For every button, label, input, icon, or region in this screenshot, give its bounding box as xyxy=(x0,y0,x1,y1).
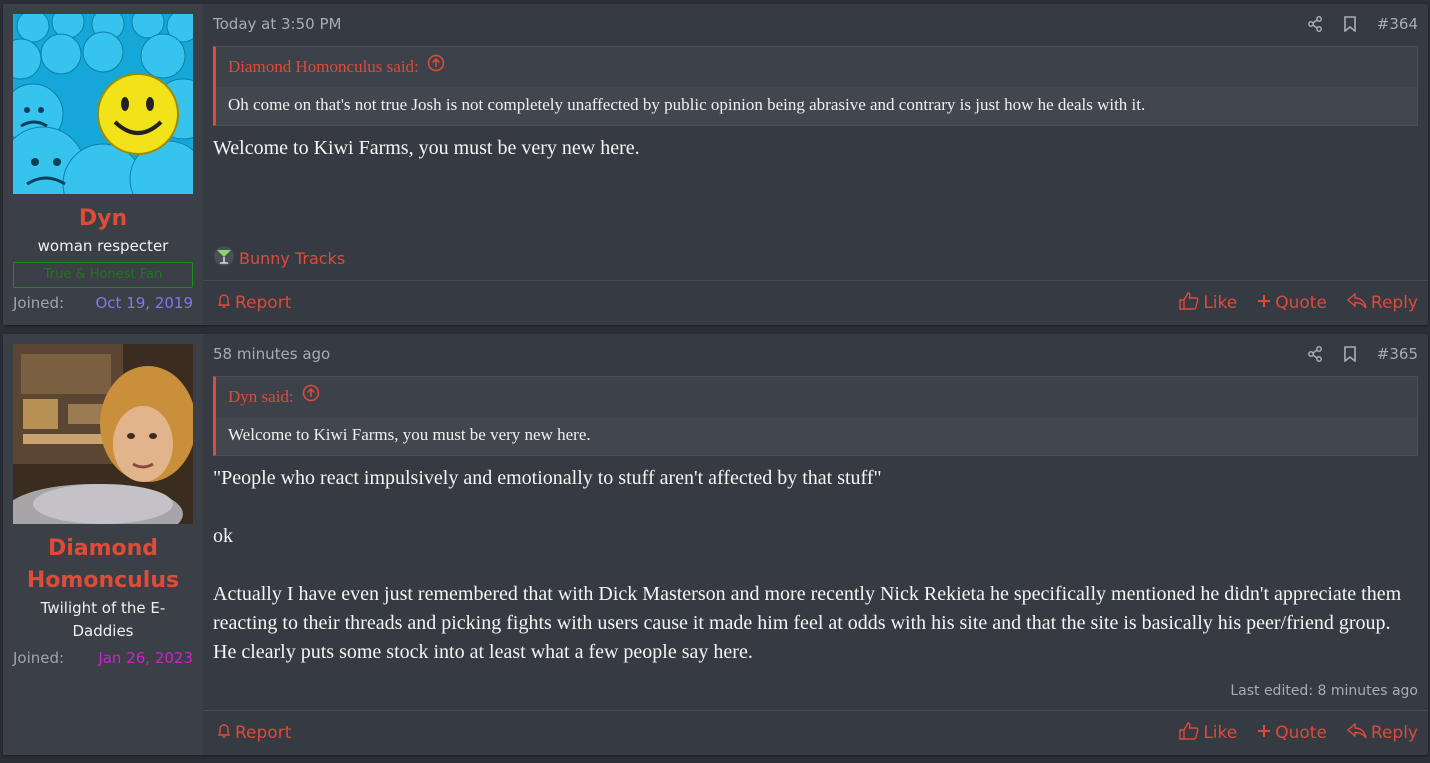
joined-date: Oct 19, 2019 xyxy=(95,294,194,312)
message-cell: Today at 3:50 PM #364 Diamond Homonculus… xyxy=(203,4,1428,325)
signature[interactable]: Bunny Tracks xyxy=(213,245,345,271)
joined-row: Joined: Jan 26, 2023 xyxy=(13,648,193,668)
thumbs-up-icon xyxy=(1179,291,1199,315)
quote-text: Welcome to Kiwi Farms, you must be very … xyxy=(216,417,1417,455)
message-body: Welcome to Kiwi Farms, you must be very … xyxy=(213,134,1418,163)
message-paragraph: Actually I have even just remembered tha… xyxy=(213,583,1402,663)
user-cell: Dyn woman respecter True & Honest Fan Jo… xyxy=(3,4,203,325)
post-number[interactable]: #364 xyxy=(1377,15,1418,33)
joined-row: Joined: Oct 19, 2019 xyxy=(13,293,193,313)
user-cell: Diamond Homonculus Twilight of the E-Dad… xyxy=(3,334,203,755)
post-364: Dyn woman respecter True & Honest Fan Jo… xyxy=(3,4,1428,325)
post-footer: Report Like Quote Reply xyxy=(203,710,1428,755)
plus-icon xyxy=(1257,293,1271,313)
quote-author[interactable]: Dyn said: xyxy=(228,377,294,417)
post-number[interactable]: #365 xyxy=(1377,345,1418,363)
reply-icon xyxy=(1346,291,1367,314)
arrow-up-circle-icon[interactable] xyxy=(427,47,445,87)
quote-header[interactable]: Dyn said: xyxy=(216,377,1417,417)
report-label: Report xyxy=(235,293,292,313)
post-attribution: Today at 3:50 PM #364 xyxy=(213,4,1418,44)
quote-button[interactable]: Quote xyxy=(1257,292,1327,315)
joined-date: Jan 26, 2023 xyxy=(98,649,193,667)
report-button[interactable]: Report xyxy=(217,723,291,744)
quote-block: Dyn said: Welcome to Kiwi Farms, you mus… xyxy=(213,376,1418,456)
bell-icon xyxy=(217,293,231,314)
quote-author[interactable]: Diamond Homonculus said: xyxy=(228,47,419,87)
reply-button[interactable]: Reply xyxy=(1346,721,1418,745)
quote-button[interactable]: Quote xyxy=(1257,722,1327,745)
bookmark-icon[interactable] xyxy=(1343,346,1357,362)
joined-label: Joined: xyxy=(13,649,65,667)
quote-header[interactable]: Diamond Homonculus said: xyxy=(216,47,1417,87)
user-title: Twilight of the E-Daddies xyxy=(40,599,166,640)
avatar[interactable] xyxy=(13,344,193,524)
plus-icon xyxy=(1257,723,1271,743)
quote-block: Diamond Homonculus said: Oh come on that… xyxy=(213,46,1418,126)
signature-text[interactable]: Bunny Tracks xyxy=(239,249,345,268)
bookmark-icon[interactable] xyxy=(1343,16,1357,32)
post-time[interactable]: Today at 3:50 PM xyxy=(213,15,341,33)
message-body: "People who react impulsively and emotio… xyxy=(213,464,1418,667)
cocktail-icon xyxy=(213,245,235,271)
message-cell: 58 minutes ago #365 Dyn said: Welcome to… xyxy=(203,334,1428,755)
post-time[interactable]: 58 minutes ago xyxy=(213,345,330,363)
message-paragraph: Welcome to Kiwi Farms, you must be very … xyxy=(213,137,640,159)
reply-button[interactable]: Reply xyxy=(1346,291,1418,315)
post-365: Diamond Homonculus Twilight of the E-Dad… xyxy=(3,334,1428,755)
username[interactable]: Dyn xyxy=(13,203,193,235)
quote-text: Oh come on that's not true Josh is not c… xyxy=(216,87,1417,125)
share-icon[interactable] xyxy=(1307,16,1323,32)
last-edited: Last edited: 8 minutes ago xyxy=(1230,683,1418,699)
post-footer: Report Like Quote Reply xyxy=(203,280,1428,325)
arrow-up-circle-icon[interactable] xyxy=(302,377,320,417)
quote-label: Quote xyxy=(1275,293,1327,313)
share-icon[interactable] xyxy=(1307,346,1323,362)
joined-label: Joined: xyxy=(13,294,65,312)
quote-label: Quote xyxy=(1275,723,1327,743)
like-label: Like xyxy=(1203,723,1238,743)
reply-icon xyxy=(1346,721,1367,744)
user-title: woman respecter xyxy=(37,237,169,255)
avatar[interactable] xyxy=(13,14,193,194)
username[interactable]: Diamond Homonculus xyxy=(13,533,193,597)
message-paragraph: ok xyxy=(213,525,233,547)
reply-label: Reply xyxy=(1370,723,1418,743)
reply-label: Reply xyxy=(1370,293,1418,313)
report-button[interactable]: Report xyxy=(217,293,291,314)
report-label: Report xyxy=(235,723,292,743)
like-label: Like xyxy=(1203,293,1238,313)
post-attribution: 58 minutes ago #365 xyxy=(213,334,1418,374)
thumbs-up-icon xyxy=(1179,721,1199,745)
like-button[interactable]: Like xyxy=(1179,291,1238,315)
message-paragraph: "People who react impulsively and emotio… xyxy=(213,467,882,489)
user-banner: True & Honest Fan xyxy=(13,262,193,288)
like-button[interactable]: Like xyxy=(1179,721,1238,745)
bell-icon xyxy=(217,723,231,744)
